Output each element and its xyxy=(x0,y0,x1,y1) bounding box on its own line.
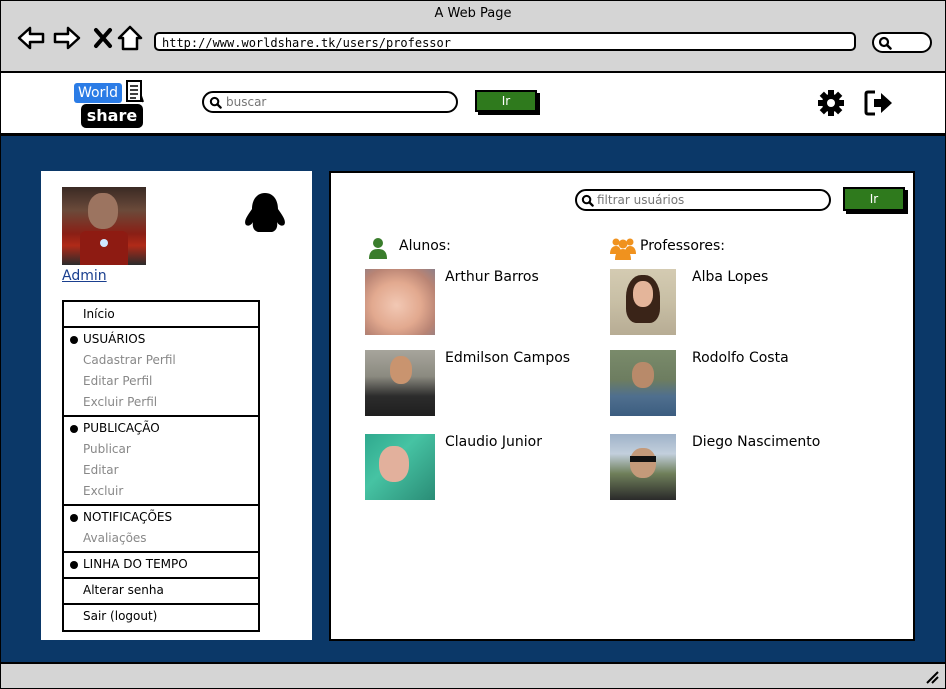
student-card-edmilson-campos[interactable]: Edmilson Campos xyxy=(365,350,605,418)
filter-input[interactable] xyxy=(597,192,817,208)
search-input[interactable] xyxy=(226,94,446,110)
teacher-card-alba-lopes[interactable]: Alba Lopes xyxy=(610,269,850,337)
menu-section-usuarios[interactable]: USUÁRIOS xyxy=(83,332,145,346)
user-photo xyxy=(610,269,676,335)
menu-section-linha-do-tempo[interactable]: LINHA DO TEMPO xyxy=(83,557,188,571)
users-panel: Ir Alunos: Arthur Barros Edmilson Campos… xyxy=(329,171,915,641)
menu-item-avaliacoes[interactable]: Avaliações xyxy=(83,531,147,545)
gear-icon[interactable] xyxy=(817,89,845,117)
menu-divider xyxy=(64,504,258,506)
user-photo xyxy=(365,434,435,500)
status-bar xyxy=(1,662,945,688)
user-name: Claudio Junior xyxy=(445,434,542,450)
logo-share[interactable]: share xyxy=(81,104,143,128)
menu-divider xyxy=(64,415,258,417)
browser-chrome: A Web Page http://www.worldshare.tk/user… xyxy=(1,1,945,73)
bullet-icon xyxy=(70,514,78,522)
menu-item-editar[interactable]: Editar xyxy=(83,463,119,477)
menu-section-notificacoes[interactable]: NOTIFICAÇÕES xyxy=(83,510,172,524)
logout-icon[interactable] xyxy=(864,89,894,117)
menu-item-publicar[interactable]: Publicar xyxy=(83,442,131,456)
menu-item-excluir-perfil[interactable]: Excluir Perfil xyxy=(83,395,157,409)
penguin-icon xyxy=(245,193,285,232)
forward-arrow-icon[interactable] xyxy=(52,23,82,53)
menu-section-publicacao[interactable]: PUBLICAÇÃO xyxy=(83,421,160,435)
menu-divider xyxy=(64,577,258,579)
user-name: Diego Nascimento xyxy=(692,434,821,450)
search-icon xyxy=(878,36,892,50)
admin-profile-link[interactable]: Admin xyxy=(62,268,107,284)
search-field[interactable] xyxy=(202,91,458,113)
menu-item-sair[interactable]: Sair (logout) xyxy=(83,609,157,623)
resize-grip-icon[interactable] xyxy=(925,670,939,684)
user-photo xyxy=(365,269,435,335)
menu-item-inicio[interactable]: Início xyxy=(83,307,115,321)
sidebar: Admin Início USUÁRIOS Cadastrar Perfil E… xyxy=(41,171,312,640)
teachers-group-icon xyxy=(610,238,636,260)
admin-avatar xyxy=(62,187,146,265)
user-photo xyxy=(365,350,435,416)
document-icon xyxy=(126,80,144,103)
menu-item-alterar-senha[interactable]: Alterar senha xyxy=(83,583,164,597)
window-title: A Web Page xyxy=(434,6,512,21)
student-card-claudio-junior[interactable]: Claudio Junior xyxy=(365,434,605,502)
teacher-card-diego-nascimento[interactable]: Diego Nascimento xyxy=(610,434,850,502)
menu-item-cadastrar-perfil[interactable]: Cadastrar Perfil xyxy=(83,353,176,367)
logo-world[interactable]: World xyxy=(74,83,122,103)
browser-search-field[interactable] xyxy=(872,32,932,53)
address-bar[interactable]: http://www.worldshare.tk/users/professor xyxy=(154,32,856,51)
bullet-icon xyxy=(70,425,78,433)
alunos-heading: Alunos: xyxy=(399,238,451,254)
teacher-card-rodolfo-costa[interactable]: Rodolfo Costa xyxy=(610,350,850,418)
close-icon[interactable] xyxy=(88,23,118,53)
search-icon xyxy=(581,194,594,207)
user-photo xyxy=(610,434,676,500)
user-name: Arthur Barros xyxy=(445,269,539,285)
menu-divider xyxy=(64,551,258,553)
search-go-button[interactable]: Ir xyxy=(475,90,537,112)
user-photo xyxy=(610,350,676,416)
user-name: Alba Lopes xyxy=(692,269,769,285)
user-name: Rodolfo Costa xyxy=(692,350,789,366)
filter-go-button[interactable]: Ir xyxy=(843,187,905,211)
home-icon[interactable] xyxy=(115,23,145,53)
back-arrow-icon[interactable] xyxy=(16,23,46,53)
filter-field[interactable] xyxy=(575,189,831,211)
search-icon xyxy=(209,96,222,109)
menu-divider xyxy=(64,603,258,605)
student-icon xyxy=(369,238,387,259)
menu-item-excluir[interactable]: Excluir xyxy=(83,484,123,498)
student-card-arthur-barros[interactable]: Arthur Barros xyxy=(365,269,605,337)
sidebar-menu: Início USUÁRIOS Cadastrar Perfil Editar … xyxy=(62,300,260,632)
bullet-icon xyxy=(70,336,78,344)
bullet-icon xyxy=(70,561,78,569)
menu-item-editar-perfil[interactable]: Editar Perfil xyxy=(83,374,152,388)
professores-heading: Professores: xyxy=(640,238,725,254)
user-name: Edmilson Campos xyxy=(445,350,571,366)
menu-divider xyxy=(64,326,258,328)
browser-window: A Web Page http://www.worldshare.tk/user… xyxy=(0,0,946,689)
